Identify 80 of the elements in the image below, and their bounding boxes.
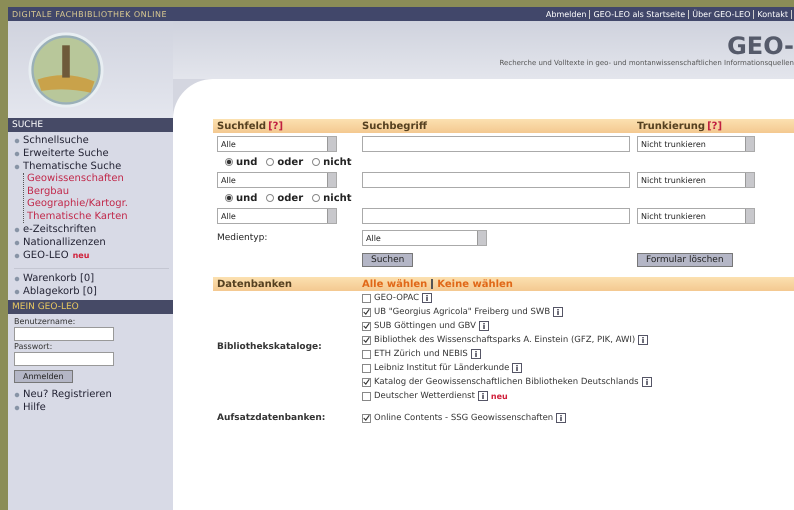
radio-button[interactable]	[266, 158, 274, 166]
field-label: Benutzername:	[14, 317, 76, 326]
checkbox[interactable]	[362, 322, 371, 330]
section-heading: SUCHE	[8, 118, 173, 132]
column-heading: Suchbegriff	[362, 120, 427, 132]
login-button[interactable]: Anmelden	[14, 370, 73, 383]
radio-label: und	[236, 192, 258, 204]
new-label: neu	[72, 251, 90, 260]
group-label: Bibliothekskataloge:	[217, 342, 322, 352]
checkbox[interactable]	[362, 414, 371, 422]
search-term-field[interactable]	[362, 172, 630, 188]
radio-button[interactable]	[266, 194, 274, 202]
checkbox[interactable]	[362, 392, 371, 400]
media-type-dropdown[interactable]: Alle	[362, 230, 487, 246]
checkbox[interactable]	[362, 308, 371, 316]
group-label: Aufsatzdatenbanken:	[217, 413, 326, 423]
truncation-dropdown[interactable]: Nicht trunkieren	[637, 208, 755, 224]
checkbox[interactable]	[362, 294, 371, 302]
header-link[interactable]: Kontakt	[757, 10, 788, 18]
header-link[interactable]: Über GEO-LEO	[692, 10, 750, 18]
search-term-field[interactable]	[362, 208, 630, 224]
help-link[interactable]: [?]	[268, 120, 284, 132]
database-label: GEO-OPAC	[374, 293, 420, 303]
info-icon[interactable]	[638, 335, 648, 345]
checkbox[interactable]	[362, 350, 371, 358]
nav-sublink[interactable]: Thematische Karten	[27, 210, 169, 223]
field-label: Medientyp:	[217, 233, 268, 243]
info-icon[interactable]	[422, 293, 432, 303]
column-heading: Suchfeld	[217, 120, 266, 132]
checkbox[interactable]	[362, 364, 371, 372]
tagline: DIGITALE FACHBIBLIOTHEK ONLINE	[12, 10, 168, 18]
database-label: UB "Georgius Agricola" Freiberg und SWB	[374, 307, 550, 317]
section-heading: MEIN GEO-LEO	[8, 300, 173, 314]
radio-button[interactable]	[312, 194, 320, 202]
search-button[interactable]: Suchen	[362, 253, 414, 267]
info-icon[interactable]	[553, 307, 564, 317]
new-label: neu	[490, 392, 508, 400]
database-label: Leibniz Institut für Länderkunde	[374, 363, 510, 373]
column-heading: Trunkierung	[637, 120, 706, 132]
radio-label: oder	[277, 156, 304, 168]
globe-logo-icon	[28, 32, 104, 108]
checkbox[interactable]	[362, 336, 371, 344]
database-label: Bibliothek des Wissenschaftsparks A. Einstein (GFZ, PIK, AWI)	[374, 335, 636, 345]
help-link[interactable]: [?]	[707, 120, 722, 132]
field-label: Passwort:	[14, 342, 52, 351]
search-term-field[interactable]	[362, 136, 630, 152]
header-link[interactable]: Abmelden	[546, 10, 586, 18]
radio-label: oder	[277, 192, 304, 204]
nav-sublink[interactable]: Geographie/Kartogr.	[27, 198, 169, 210]
header-link[interactable]: GEO-LEO als Startseite	[593, 10, 686, 18]
info-icon[interactable]	[478, 391, 488, 401]
database-label: Deutscher Wetterdienst	[374, 391, 475, 401]
field-dropdown[interactable]: Alle	[217, 172, 337, 188]
field-dropdown[interactable]: Alle	[217, 136, 337, 152]
field-dropdown[interactable]: Alle	[217, 208, 337, 224]
radio-button[interactable]	[312, 158, 320, 166]
site-title: GEO-	[727, 33, 794, 59]
reset-button[interactable]: Formular löschen	[637, 253, 733, 267]
database-label: Online Contents - SSG Geowissenschaften	[374, 413, 554, 423]
password-field[interactable]	[14, 352, 114, 366]
database-label: SUB Göttingen und GBV	[374, 321, 476, 331]
info-icon[interactable]	[556, 413, 566, 423]
info-icon[interactable]	[478, 321, 489, 331]
username-field[interactable]	[14, 327, 114, 341]
checkbox[interactable]	[362, 378, 371, 386]
info-icon[interactable]	[512, 363, 522, 373]
radio-label: nicht	[323, 192, 352, 204]
radio-button[interactable]	[225, 158, 233, 166]
nav-sublink[interactable]: Bergbau	[27, 186, 169, 198]
radio-label: und	[236, 156, 258, 168]
nav-sublink[interactable]: Geowissenschaften	[27, 173, 169, 186]
truncation-dropdown[interactable]: Nicht trunkieren	[637, 136, 755, 152]
radio-button[interactable]	[225, 194, 233, 202]
radio-label: nicht	[323, 156, 352, 168]
database-label: Katalog der Geowissenschaftlichen Bibliotheken Deutschlands	[374, 377, 639, 387]
info-icon[interactable]	[470, 349, 481, 359]
section-heading: Datenbanken	[217, 278, 292, 290]
truncation-dropdown[interactable]: Nicht trunkieren	[637, 172, 755, 188]
database-label: ETH Zürich und NEBIS	[374, 349, 468, 359]
info-icon[interactable]	[642, 377, 652, 387]
